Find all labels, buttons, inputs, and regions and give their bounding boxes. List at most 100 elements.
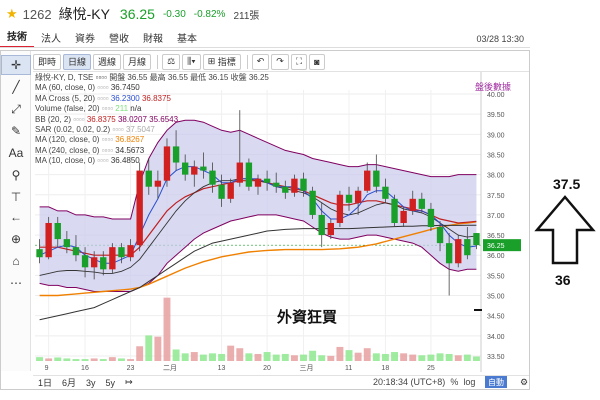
- indicator-value: 35.6543: [149, 114, 179, 124]
- after-hours-tag: 盤後數據: [475, 82, 512, 92]
- legend-title: 綠悅-KY, D, TSE: [35, 73, 94, 82]
- candle-body: [436, 227, 444, 244]
- indicator-settings-icon[interactable]: ▫▫▫▫: [95, 83, 111, 92]
- indicator-value: n/a: [130, 104, 142, 114]
- trend-line-icon[interactable]: ╱: [1, 77, 31, 97]
- indicator-settings-icon[interactable]: ▫▫▫▫: [95, 156, 111, 165]
- tab-margin[interactable]: 資券: [68, 30, 102, 48]
- interval-weekly-button[interactable]: 週線: [93, 53, 122, 70]
- candle-body: [273, 182, 280, 187]
- tab-technical[interactable]: 技術: [0, 28, 34, 48]
- indicator-row[interactable]: SAR (0.02, 0.02, 0.2) ▫▫▫▫ 37.5047: [35, 125, 269, 135]
- indicators-label: 指標: [217, 57, 236, 67]
- indicator-settings-icon[interactable]: ▫▫▫▫: [99, 146, 115, 155]
- date-tick-label: 二月: [163, 364, 177, 372]
- candle-body: [254, 178, 262, 187]
- candle-body: [455, 239, 462, 264]
- ray-line-icon[interactable]: ⤢: [1, 99, 31, 119]
- candle-body: [81, 255, 89, 268]
- trade-volume: 211張: [233, 10, 260, 22]
- indicator-settings-icon[interactable]: ▫▫▫▫: [99, 104, 115, 113]
- candle-body: [418, 198, 426, 209]
- volume-bar: [372, 353, 380, 361]
- interval-monthly-button[interactable]: 月線: [123, 53, 152, 70]
- range-1d-button[interactable]: 1日: [33, 376, 57, 389]
- range-6m-button[interactable]: 6月: [57, 376, 81, 389]
- range-3y-button[interactable]: 3y: [81, 378, 101, 388]
- crosshair-icon[interactable]: ✛: [1, 55, 31, 75]
- range-5y-button[interactable]: 5y: [101, 378, 121, 388]
- indicator-row[interactable]: MA Cross (5, 20) ▫▫▫▫ 36.2300 36.8375: [35, 94, 269, 104]
- indicator-row[interactable]: MA (240, close, 0) ▫▫▫▫ 34.5673: [35, 146, 269, 156]
- indicator-value: 36.8267: [115, 135, 145, 145]
- brush-icon[interactable]: ✎: [1, 121, 31, 141]
- stock-name: 綠悅-KY: [58, 6, 110, 22]
- volume-bar: [336, 346, 344, 361]
- candle-body: [291, 178, 298, 193]
- text-tool-icon[interactable]: Aa: [1, 143, 31, 163]
- drawing-toolbar: ✛ ╱ ⤢ ✎ Aa ⚲ ⊤ ← ⊕ ⌂ ⋯: [1, 51, 31, 371]
- date-tick-label: 13: [218, 365, 226, 372]
- stock-page: ★ 1262 綠悅-KY 36.25 -0.30 -0.82% 211張 技術 …: [0, 0, 600, 400]
- candle-body: [409, 198, 416, 211]
- clock: 20:18:34 (UTC+8) % log: [373, 377, 475, 387]
- tab-institutional[interactable]: 法人: [34, 30, 68, 48]
- indicator-settings-icon[interactable]: ▫▫▫▫: [99, 135, 115, 144]
- candle-body: [209, 170, 216, 185]
- favorite-star-icon[interactable]: ★: [6, 6, 18, 22]
- candle-style-icon[interactable]: ⫼▾: [182, 53, 201, 70]
- interval-daily-button[interactable]: 日線: [63, 53, 92, 70]
- price-tick-label: 38.00: [487, 173, 505, 180]
- candle-body: [118, 247, 125, 258]
- volume-bar: [290, 355, 298, 361]
- undo-icon[interactable]: ↶: [251, 53, 270, 70]
- fib-tool-icon[interactable]: ⊤: [1, 187, 31, 207]
- fullscreen-icon[interactable]: ⛶: [290, 53, 308, 70]
- tab-financials[interactable]: 財報: [136, 30, 170, 48]
- volume-bar: [199, 354, 207, 361]
- indicator-row[interactable]: Volume (false, 20) ▫▫▫▫ 211 n/a: [35, 104, 269, 114]
- candle-body: [391, 198, 398, 223]
- more-tools-icon[interactable]: ⋯: [1, 273, 31, 293]
- redo-icon[interactable]: ↷: [271, 53, 289, 70]
- pattern-tool-icon[interactable]: ⚲: [1, 165, 31, 185]
- indicators-button[interactable]: ⊞ 指標: [202, 53, 241, 70]
- volume-bar: [345, 350, 353, 361]
- calendar-icon[interactable]: ↦: [120, 377, 138, 388]
- indicator-label: SAR (0.02, 0.02, 0.2): [35, 125, 111, 135]
- price-tick-label: 40.00: [487, 92, 505, 99]
- back-arrow-icon[interactable]: ←: [1, 207, 31, 227]
- indicator-label: MA (10, close, 0): [35, 156, 96, 166]
- scale-icon[interactable]: ⚖: [162, 53, 181, 70]
- percent-toggle[interactable]: %: [450, 377, 458, 387]
- candle-body: [382, 186, 389, 199]
- clock-text: 20:18:34 (UTC+8): [373, 377, 446, 387]
- candle-body: [127, 245, 134, 258]
- auto-scale-button[interactable]: 自動: [485, 376, 507, 388]
- indicator-row[interactable]: MA (10, close, 0) ▫▫▫▫ 36.4850: [35, 156, 269, 166]
- stock-code: 1262: [22, 6, 52, 22]
- interval-realtime-button[interactable]: 即時: [33, 53, 62, 70]
- tab-basic[interactable]: 基本: [170, 30, 204, 48]
- volume-bar: [45, 358, 53, 361]
- volume-bar: [90, 358, 98, 361]
- volume-bar: [136, 346, 144, 361]
- indicator-settings-icon[interactable]: ▫▫▫▫: [110, 125, 126, 134]
- measure-icon[interactable]: ⌂: [1, 251, 31, 271]
- settings-icon[interactable]: ▫▫▫▫: [96, 73, 110, 82]
- candle-body: [218, 184, 225, 199]
- indicator-row[interactable]: MA (120, close, 0) ▫▫▫▫ 36.8267: [35, 135, 269, 145]
- indicator-row[interactable]: MA (60, close, 0) ▫▫▫▫ 36.7450: [35, 83, 269, 93]
- candle-body: [309, 190, 316, 215]
- indicator-row[interactable]: BB (20, 2) ▫▫▫▫ 36.8375 38.0207 35.6543: [35, 115, 269, 125]
- camera-icon[interactable]: ◙: [309, 53, 325, 70]
- support-price-label: 36: [555, 272, 571, 288]
- indicator-label: BB (20, 2): [35, 114, 72, 124]
- zoom-icon[interactable]: ⊕: [1, 229, 31, 249]
- indicator-settings-icon[interactable]: ▫▫▫▫: [95, 94, 111, 103]
- indicator-settings-icon[interactable]: ▫▫▫▫: [71, 115, 87, 124]
- price-tick-label: 35.00: [487, 294, 505, 301]
- tab-revenue[interactable]: 營收: [102, 30, 136, 48]
- log-toggle[interactable]: log: [463, 377, 475, 387]
- chart-settings-gear-icon[interactable]: ⚙: [515, 377, 533, 388]
